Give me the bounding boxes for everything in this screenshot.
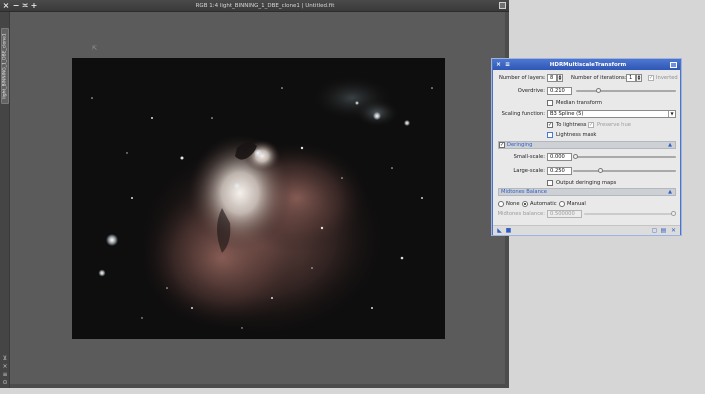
to-lightness-label: To lightness [556, 122, 587, 128]
large-scale-label: Large-scale: [513, 168, 545, 174]
output-deringing-maps-label: Output deringing maps [556, 180, 617, 186]
midtones-none-radio[interactable] [498, 201, 504, 207]
nebula-image [72, 58, 445, 339]
iterations-input[interactable]: 1 [626, 74, 636, 82]
view-identifier-label: light_BINNING_1_DBE_clone1 [2, 33, 8, 99]
inverted-label: Inverted [656, 75, 678, 81]
view-sidebar: light_BINNING_1_DBE_clone1 ⊻ × ≡ ⊙ [0, 12, 10, 388]
shade-icon[interactable]: ≍ [21, 0, 29, 12]
chevron-down-icon: ▼ [668, 111, 675, 117]
midtones-section-header[interactable]: Midtones Balance ▲ [498, 188, 676, 196]
midtones-balance-slider[interactable] [584, 211, 676, 216]
window-maximize-button[interactable] [499, 2, 506, 9]
iterations-spin-button[interactable]: ▲ ▼ [636, 74, 642, 82]
overdrive-label: Overdrive: [517, 88, 545, 94]
small-scale-input[interactable]: 0.000 [547, 153, 572, 161]
lightness-mask-label: Lightness mask [556, 132, 597, 138]
overdrive-slider[interactable] [576, 88, 676, 93]
small-scale-label: Small-scale: [513, 154, 545, 160]
apply-global-icon[interactable]: ■ [505, 227, 512, 234]
midtones-none-label: None [506, 201, 520, 207]
layers-input[interactable]: 8 [547, 74, 557, 82]
output-deringing-maps-checkbox[interactable] [547, 180, 553, 186]
midtones-balance-label: Midtones balance: [497, 211, 545, 217]
preserve-hue-checkbox[interactable]: ✓ [588, 122, 594, 128]
lightness-mask-checkbox[interactable] [547, 132, 553, 138]
inverted-checkbox[interactable]: ✓ [648, 75, 654, 81]
midtones-automatic-label: Automatic [530, 201, 557, 207]
small-scale-slider-thumb[interactable] [573, 154, 578, 159]
small-scale-slider[interactable] [573, 154, 676, 159]
deringing-section-label: Deringing [507, 142, 533, 148]
preserve-hue-label: Preserve hue [597, 122, 631, 128]
image-window: × − ≍ + RGB 1:4 light_BINNING_1_DBE_clon… [0, 0, 509, 388]
layers-label: Number of layers: [499, 75, 546, 81]
minimize-icon[interactable]: − [12, 0, 20, 12]
image-window-title: RGB 1:4 light_BINNING_1_DBE_clone1 | Unt… [195, 3, 335, 9]
overdrive-slider-thumb[interactable] [595, 88, 601, 93]
new-instance-icon[interactable]: ◣ [496, 227, 503, 234]
median-transform-checkbox[interactable] [547, 100, 553, 106]
mouse-cursor-icon: ⇱ [92, 45, 98, 52]
documentation-icon[interactable]: ▤ [660, 227, 667, 234]
radio-selected-dot [524, 203, 526, 205]
collapse-icon[interactable]: ▲ [667, 189, 673, 195]
settings-icon[interactable]: ⊙ [1, 379, 9, 386]
midtones-section-label: Midtones Balance [501, 189, 547, 195]
shade-small-icon[interactable]: ≡ [1, 371, 9, 378]
image-window-titlebar[interactable]: × − ≍ + RGB 1:4 light_BINNING_1_DBE_clon… [0, 0, 509, 12]
close-icon[interactable]: × [2, 0, 10, 12]
midtones-balance-slider-thumb[interactable] [671, 211, 676, 216]
midtones-manual-radio[interactable] [559, 201, 565, 207]
reset-icon[interactable]: ✕ [670, 227, 677, 234]
large-scale-slider-thumb[interactable] [597, 168, 603, 173]
shade-icon[interactable]: ≡ [504, 60, 511, 70]
dialog-maximize-button[interactable] [670, 62, 677, 68]
pin-icon[interactable]: ⊻ [1, 355, 9, 362]
midtones-automatic-radio[interactable] [522, 201, 528, 207]
view-identifier-tab[interactable]: light_BINNING_1_DBE_clone1 [1, 28, 9, 104]
to-lightness-checkbox[interactable]: ✓ [547, 122, 553, 128]
dialog-bottom-bar: ◣ ■ ▢ ▤ ✕ [493, 225, 680, 235]
overdrive-input[interactable]: 0.210 [547, 87, 572, 95]
midtones-manual-label: Manual [567, 201, 586, 207]
dialog-title: HDRMultiscaleTransform [549, 62, 627, 68]
deringing-section-header[interactable]: ✓ Deringing ▲ [498, 141, 676, 149]
deringing-checkbox[interactable]: ✓ [499, 142, 505, 148]
median-transform-label: Median transform [556, 100, 602, 106]
preview-icon[interactable]: ▢ [651, 227, 658, 234]
close-icon[interactable]: × [495, 60, 502, 70]
maximize-plus-icon[interactable]: + [30, 0, 38, 12]
scaling-function-select[interactable]: B3 Spline (5) ▼ [547, 110, 676, 118]
layers-spin-button[interactable]: ▲ ▼ [557, 74, 563, 82]
dialog-titlebar[interactable]: × ≡ HDRMultiscaleTransform [493, 60, 680, 70]
collapse-icon[interactable]: ▲ [667, 142, 673, 148]
hdr-multiscale-transform-dialog: × ≡ HDRMultiscaleTransform Number of lay… [492, 59, 681, 235]
scaling-function-value: B3 Spline (5) [550, 111, 584, 117]
horizontal-scrollbar[interactable] [10, 384, 509, 388]
iterations-label: Number of iterations: [571, 75, 627, 81]
close-small-icon[interactable]: × [1, 363, 9, 370]
scaling-function-label: Scaling function: [501, 111, 545, 117]
midtones-balance-input[interactable]: 0.500000 [547, 210, 582, 218]
large-scale-input[interactable]: 0.250 [547, 167, 572, 175]
image-canvas[interactable] [72, 58, 445, 339]
large-scale-slider[interactable] [573, 168, 676, 173]
